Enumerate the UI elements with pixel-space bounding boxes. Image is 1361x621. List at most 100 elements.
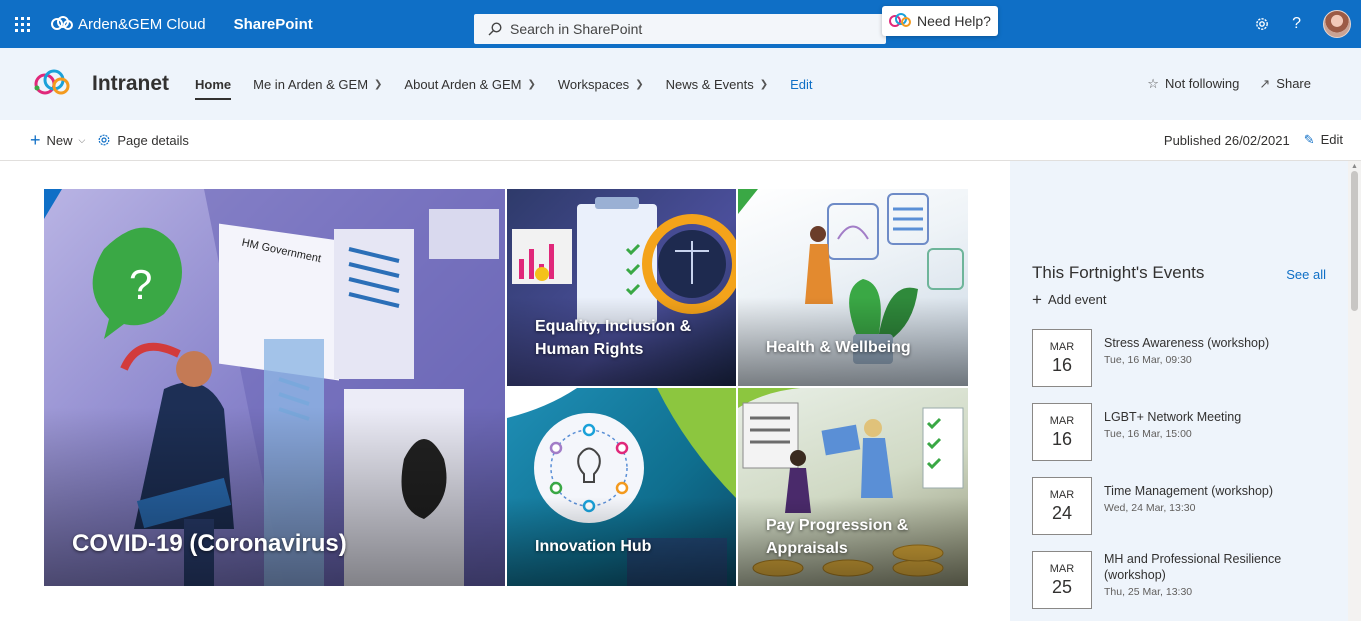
- follow-button[interactable]: ☆ Not following: [1147, 76, 1239, 92]
- add-event-label: Add event: [1047, 292, 1107, 307]
- new-button[interactable]: + New ⌵: [30, 131, 85, 149]
- need-help-button[interactable]: Need Help?: [882, 6, 998, 36]
- svg-text:?: ?: [129, 261, 152, 308]
- search-box[interactable]: Search in SharePoint: [474, 14, 886, 44]
- event-day: 25: [1051, 576, 1073, 597]
- plus-icon: +: [1032, 290, 1042, 309]
- events-title: This Fortnight's Events: [1032, 263, 1205, 282]
- event-item[interactable]: MAR 25 MH and Professional Resilience (w…: [1032, 551, 1332, 611]
- need-help-logo-icon: [889, 13, 911, 27]
- innovation-tile-illustration: [507, 388, 736, 586]
- event-info: MH and Professional Resilience (workshop…: [1104, 551, 1289, 611]
- site-title[interactable]: Intranet: [92, 72, 169, 96]
- event-day: 24: [1051, 502, 1073, 523]
- site-logo-icon[interactable]: [30, 64, 74, 104]
- edit-page-button[interactable]: ✎ Edit: [1304, 132, 1343, 148]
- nav-item-home[interactable]: Home: [195, 70, 232, 100]
- tile-label: Health & Wellbeing: [766, 339, 911, 356]
- org-name: Arden&GEM Cloud: [78, 15, 206, 33]
- settings-gear-icon[interactable]: [1254, 16, 1270, 32]
- event-date-box: MAR 16: [1032, 403, 1092, 461]
- tile-label: Innovation Hub: [535, 538, 652, 555]
- pencil-icon: ✎: [1303, 132, 1315, 147]
- event-info: Stress Awareness (workshop) Tue, 16 Mar,…: [1104, 329, 1269, 389]
- share-label: Share: [1276, 76, 1311, 91]
- gear-icon: [98, 134, 110, 146]
- page-details-button[interactable]: Page details: [97, 133, 189, 148]
- event-info: LGBT+ Network Meeting Tue, 16 Mar, 15:00: [1104, 403, 1241, 463]
- hero-tile-health[interactable]: Health & Wellbeing: [738, 189, 968, 386]
- chevron-down-icon: ❯: [374, 78, 383, 90]
- suite-bar: Arden&GEM Cloud SharePoint Search in Sha…: [0, 0, 1361, 48]
- tile-label: Pay Progression & Appraisals: [766, 517, 909, 557]
- nav-item-label: About Arden & GEM: [404, 76, 522, 92]
- event-month: MAR: [1049, 562, 1075, 575]
- event-month: MAR: [1049, 340, 1075, 353]
- scroll-up-arrow-icon[interactable]: ▲: [1351, 163, 1358, 170]
- event-name: Time Management (workshop): [1104, 484, 1274, 498]
- event-item[interactable]: MAR 16 LGBT+ Network Meeting Tue, 16 Mar…: [1032, 403, 1332, 463]
- event-date-box: MAR 24: [1032, 477, 1092, 535]
- share-icon: ↗: [1259, 76, 1271, 91]
- hero-tile-equality[interactable]: Equality, Inclusion & Human Rights: [507, 189, 736, 386]
- site-nav: Home Me in Arden & GEM ❯ About Arden & GE…: [195, 70, 835, 100]
- nav-item-label: Edit: [790, 76, 813, 92]
- nav-item-label: News & Events: [665, 76, 754, 92]
- search-icon: [488, 22, 502, 36]
- app-name-link[interactable]: SharePoint: [234, 16, 313, 33]
- site-actions: ☆ Not following ↗ Share: [1147, 48, 1311, 120]
- event-day: 16: [1051, 428, 1073, 449]
- add-event-button[interactable]: + Add event: [1032, 291, 1106, 308]
- share-button[interactable]: ↗ Share: [1259, 76, 1311, 92]
- hero-tile-covid[interactable]: ? COVID-19 (Coronavirus) HM Government: [44, 189, 505, 586]
- event-name: LGBT+ Network Meeting: [1104, 410, 1242, 424]
- hero-tile-innovation[interactable]: Innovation Hub: [507, 388, 736, 586]
- suite-right-controls: ?: [1254, 0, 1351, 48]
- tile-label: Equality, Inclusion & Human Rights: [535, 318, 692, 358]
- events-list: MAR 16 Stress Awareness (workshop) Tue, …: [1032, 329, 1332, 621]
- chevron-down-icon: ❯: [527, 78, 536, 90]
- event-name: Stress Awareness (workshop): [1104, 336, 1270, 350]
- nav-item-workspaces[interactable]: Workspaces ❯: [558, 70, 644, 98]
- event-info: Time Management (workshop) Wed, 24 Mar, …: [1104, 477, 1273, 537]
- event-month: MAR: [1049, 414, 1075, 427]
- page-details-label: Page details: [117, 132, 189, 148]
- hero-web-part: ? COVID-19 (Coronavirus) HM Government E…: [44, 189, 968, 586]
- star-icon: ☆: [1147, 76, 1159, 91]
- event-day: 16: [1051, 354, 1073, 375]
- chevron-down-icon: ❯: [759, 78, 769, 90]
- command-bar: + New ⌵ Page details Published 26/02/202…: [0, 120, 1361, 161]
- hero-tile-pay[interactable]: Pay Progression & Appraisals: [738, 388, 968, 586]
- help-question-icon[interactable]: ?: [1292, 15, 1301, 33]
- scrollbar-thumb[interactable]: [1351, 171, 1358, 311]
- chevron-down-icon: ❯: [635, 78, 644, 90]
- see-all-link[interactable]: See all: [1286, 267, 1326, 282]
- event-month: MAR: [1049, 488, 1075, 501]
- event-time: Wed, 24 Mar, 13:30: [1104, 502, 1196, 514]
- nav-item-news-events[interactable]: News & Events ❯: [666, 70, 769, 98]
- org-brand[interactable]: Arden&GEM Cloud: [50, 15, 206, 33]
- event-item[interactable]: MAR 16 Stress Awareness (workshop) Tue, …: [1032, 329, 1332, 389]
- page-scrollbar[interactable]: ▲: [1348, 161, 1361, 621]
- nav-edit-link[interactable]: Edit: [790, 70, 812, 98]
- event-item[interactable]: MAR 24 Time Management (workshop) Wed, 2…: [1032, 477, 1332, 537]
- nav-item-about-arden-gem[interactable]: About Arden & GEM ❯: [404, 70, 535, 98]
- user-avatar[interactable]: [1323, 10, 1351, 38]
- edit-label: Edit: [1320, 132, 1343, 147]
- org-logo-icon: [51, 16, 73, 30]
- event-date-box: MAR 16: [1032, 329, 1092, 387]
- nav-item-label: Home: [195, 76, 232, 92]
- chevron-down-icon: ⌵: [78, 134, 86, 145]
- new-label: New: [46, 132, 73, 148]
- plus-icon: +: [30, 130, 41, 150]
- published-status: Published 26/02/2021: [1163, 132, 1290, 148]
- site-header: Intranet Home Me in Arden & GEM ❯ About A…: [0, 48, 1361, 120]
- tile-label: COVID-19 (Coronavirus): [72, 530, 347, 557]
- events-web-part: This Fortnight's Events See all + Add ev…: [1010, 161, 1348, 621]
- app-launcher-icon[interactable]: [0, 0, 44, 48]
- event-time: Tue, 16 Mar, 09:30: [1104, 354, 1192, 366]
- follow-label: Not following: [1164, 76, 1240, 91]
- nav-item-label: Workspaces: [557, 76, 630, 92]
- event-time: Thu, 25 Mar, 13:30: [1104, 586, 1193, 598]
- nav-item-me-in-arden-gem[interactable]: Me in Arden & GEM ❯: [253, 70, 382, 98]
